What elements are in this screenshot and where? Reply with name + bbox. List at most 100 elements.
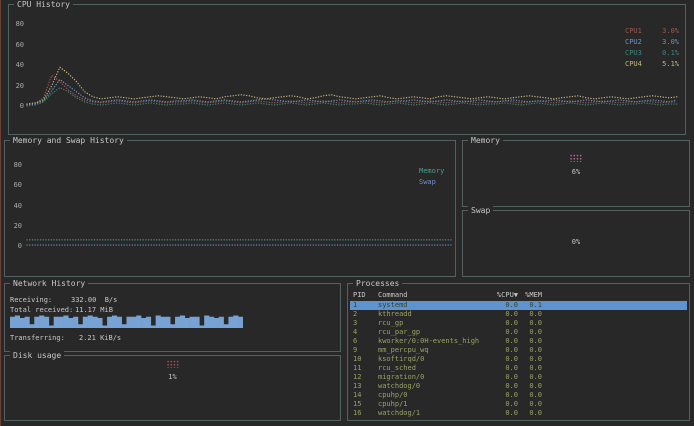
legend-label: CPU1	[625, 27, 642, 35]
table-row[interactable]: 13watchdog/00.00.0	[350, 382, 687, 391]
table-row[interactable]: 4rcu_par_gp0.00.0	[350, 328, 687, 337]
cell-pid: 4	[350, 328, 378, 337]
y-axis-label: 0	[12, 102, 24, 110]
cell-cpu: 0.0	[488, 364, 518, 373]
legend-label: CPU3	[625, 49, 642, 57]
cell-mem: 0.1	[518, 301, 544, 310]
cell-pid: 3	[350, 319, 378, 328]
cell-command: kworker/0:0H-events_high	[378, 337, 488, 346]
column-header-command[interactable]: Command	[378, 291, 488, 300]
table-row[interactable]: 3rcu_gp0.00.0	[350, 319, 687, 328]
column-header-mem[interactable]: %MEM	[518, 291, 544, 300]
table-row[interactable]: 11rcu_sched0.00.0	[350, 364, 687, 373]
processes-title: Processes	[353, 279, 402, 288]
table-row[interactable]: 9mm_percpu_wq0.00.0	[350, 346, 687, 355]
cell-mem: 0.0	[518, 310, 544, 319]
swap-usage-value: 0%	[572, 238, 580, 246]
disk-usage-title: Disk usage	[10, 351, 64, 360]
memory-usage-dots-icon	[570, 154, 583, 162]
cell-cpu: 0.0	[488, 346, 518, 355]
legend-value: 0.1%	[662, 49, 679, 57]
cell-command: migration/0	[378, 373, 488, 382]
total-received-value: 11.17 MiB	[75, 306, 113, 314]
table-row[interactable]: 2kthreadd0.00.0	[350, 310, 687, 319]
memory-usage-value: 6%	[572, 168, 580, 176]
cell-mem: 0.0	[518, 337, 544, 346]
table-row[interactable]: 16watchdog/10.00.0	[350, 409, 687, 418]
memory-swap-history-chart	[5, 141, 455, 276]
cell-pid: 14	[350, 391, 378, 400]
table-row[interactable]: 12migration/00.00.0	[350, 373, 687, 382]
table-row-selected[interactable]: 1systemd0.00.1	[350, 301, 687, 310]
transferring-value: 2.21 KiB/s	[79, 334, 121, 342]
y-axis-label: 20	[12, 82, 24, 90]
receiving-value: 332.00 B/s	[71, 296, 117, 304]
cell-pid: 16	[350, 409, 378, 418]
cell-mem: 0.0	[518, 409, 544, 418]
cell-mem: 0.0	[518, 364, 544, 373]
cell-mem: 0.0	[518, 328, 544, 337]
y-axis-label: 60	[12, 41, 24, 49]
memswap-legend-swap: Swap	[419, 178, 436, 186]
memory-gauge-panel: Memory 6%	[462, 140, 690, 207]
cell-cpu: 0.0	[488, 382, 518, 391]
cell-pid: 1	[350, 301, 378, 310]
series-cpu3	[27, 88, 677, 106]
table-row[interactable]: 6kworker/0:0H-events_high0.00.0	[350, 337, 687, 346]
cell-mem: 0.0	[518, 391, 544, 400]
cell-command: ksoftirqd/0	[378, 355, 488, 364]
receiving-label: Receiving:	[10, 296, 52, 304]
cell-cpu: 0.0	[488, 301, 518, 310]
y-axis-label: 40	[10, 202, 22, 210]
network-receive-sparkline	[10, 315, 243, 328]
cell-command: mm_percpu_wq	[378, 346, 488, 355]
cell-pid: 13	[350, 382, 378, 391]
cpu-legend-entry: CPU3 0.1%	[625, 49, 679, 57]
window-left-edge	[0, 0, 1, 426]
network-history-title: Network History	[10, 279, 88, 288]
cell-pid: 2	[350, 310, 378, 319]
cell-cpu: 0.0	[488, 391, 518, 400]
y-axis-label: 40	[12, 61, 24, 69]
cell-command: kthreadd	[378, 310, 488, 319]
cell-mem: 0.0	[518, 319, 544, 328]
cell-pid: 12	[350, 373, 378, 382]
total-received-label: Total received:	[10, 306, 73, 314]
memory-gauge-title: Memory	[468, 136, 503, 145]
table-row[interactable]: 14cpuhp/00.00.0	[350, 391, 687, 400]
disk-usage-dots-icon	[166, 360, 179, 368]
disk-usage-value: 1%	[168, 373, 176, 381]
cpu-legend-entry: CPU23.0%	[625, 38, 679, 46]
transferring-label: Transferring:	[10, 334, 65, 342]
cell-pid: 10	[350, 355, 378, 364]
cell-pid: 9	[350, 346, 378, 355]
column-header-pid[interactable]: PID	[350, 291, 378, 300]
memswap-legend-memory: Memory	[419, 167, 444, 175]
cpu-legend-entry: CPU13.0%	[625, 27, 679, 35]
processes-panel: Processes PID Command %CPU▼ %MEM 1system…	[347, 283, 690, 421]
cell-cpu: 0.0	[488, 337, 518, 346]
legend-label: CPU4	[625, 60, 642, 68]
cell-cpu: 0.0	[488, 373, 518, 382]
table-row[interactable]: 10ksoftirqd/00.00.0	[350, 355, 687, 364]
cell-command: rcu_par_gp	[378, 328, 488, 337]
cell-mem: 0.0	[518, 373, 544, 382]
cell-command: cpuhp/1	[378, 400, 488, 409]
cell-cpu: 0.0	[488, 328, 518, 337]
cell-command: cpuhp/0	[378, 391, 488, 400]
cell-command: watchdog/0	[378, 382, 488, 391]
cell-pid: 11	[350, 364, 378, 373]
cell-mem: 0.0	[518, 400, 544, 409]
cell-pid: 15	[350, 400, 378, 409]
cell-mem: 0.0	[518, 382, 544, 391]
table-row[interactable]: 15cpuhp/10.00.0	[350, 400, 687, 409]
memory-swap-history-panel: Memory and Swap History 806040200MemoryS…	[4, 140, 456, 277]
y-axis-label: 80	[10, 161, 22, 169]
series-cpu4	[27, 67, 677, 104]
cell-command: systemd	[378, 301, 488, 310]
column-header-cpu-sort[interactable]: %CPU▼	[488, 291, 518, 300]
cell-cpu: 0.0	[488, 319, 518, 328]
swap-gauge-title: Swap	[468, 206, 493, 215]
legend-value: 3.0%	[662, 38, 679, 46]
y-axis-label: 0	[10, 242, 22, 250]
